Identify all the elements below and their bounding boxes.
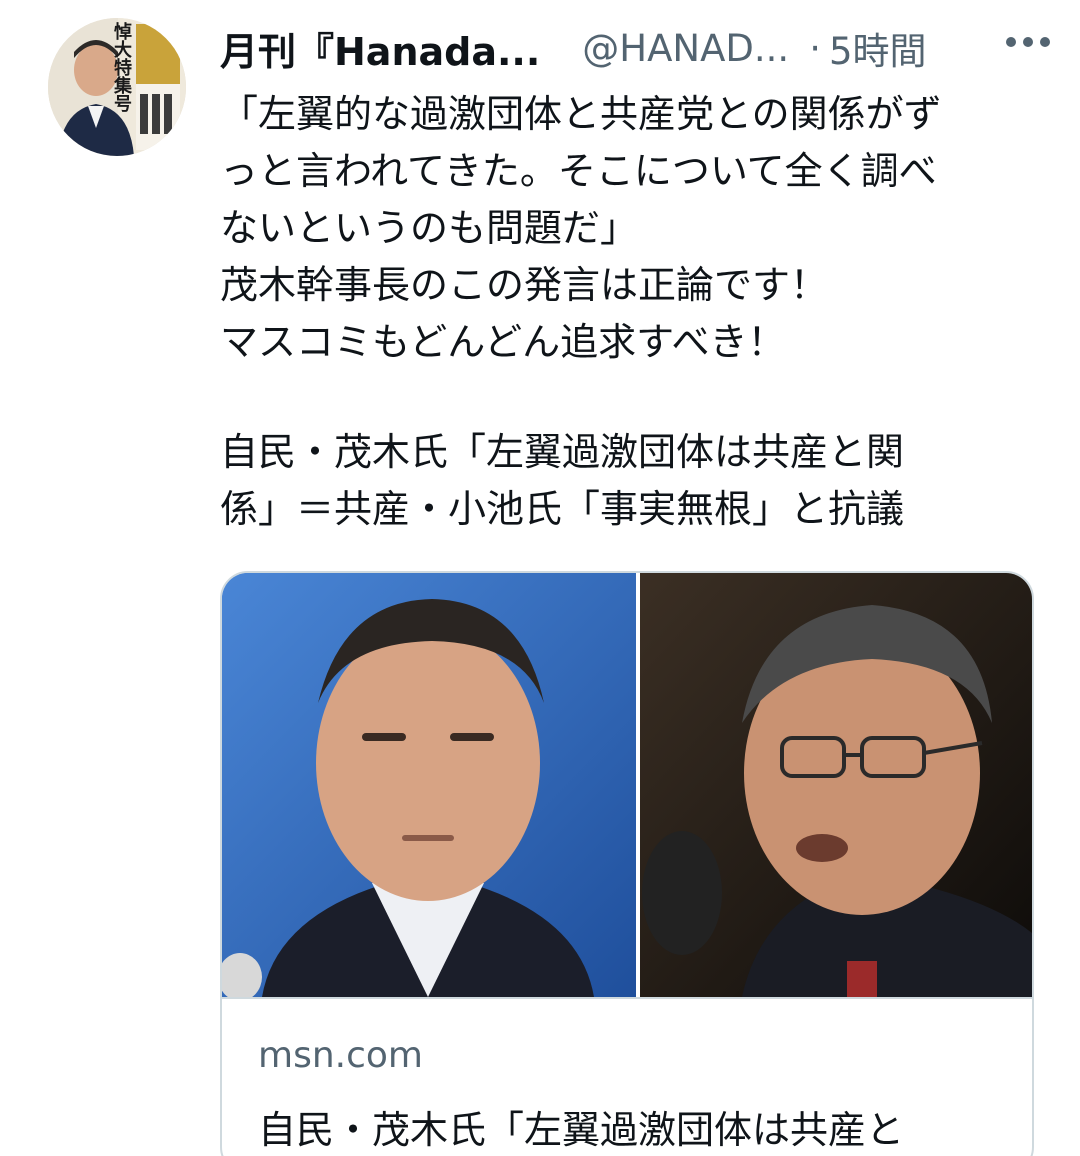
display-name[interactable]: 月刊『Hanada...	[220, 21, 540, 76]
avatar-text: 悼大特集号	[111, 22, 132, 112]
timestamp[interactable]: 5時間	[829, 21, 927, 75]
article-headline-text: 自民・茂木氏「左翼過激団体は共産と関 係」＝共産・小池氏「事実無根」と抗議	[220, 424, 1020, 538]
more-options-button[interactable]	[996, 22, 1060, 62]
more-horizontal-icon	[1006, 37, 1050, 47]
tweet-text-line: 茂木幹事長のこの発言は正論です！	[220, 263, 829, 307]
headline-line: 自民・茂木氏「左翼過激団体は共産と関	[220, 430, 905, 474]
link-card[interactable]: msn.com 自民・茂木氏「左翼過激団体は共産と	[220, 571, 1034, 1156]
header-separator: ·	[809, 26, 821, 70]
tweet-text-line: ないというのも問題だ」	[220, 206, 639, 250]
tweet-text-line: っと言われてきた。そこについて全く調べ	[220, 149, 937, 193]
tweet-text-line: マスコミもどんどん追求すべき！	[220, 320, 786, 364]
card-image[interactable]	[222, 573, 1032, 999]
tweet-text-line: 「左翼的な過激団体と共産党との関係がず	[220, 92, 942, 136]
tweet[interactable]: 悼大特集号 月刊『Hanada... @HANAD... · 5時間 「左翼的な…	[0, 0, 1080, 1156]
card-domain[interactable]: msn.com	[258, 1035, 423, 1076]
user-handle[interactable]: @HANAD...	[582, 27, 789, 70]
avatar[interactable]: 悼大特集号	[48, 18, 186, 156]
tweet-text: 「左翼的な過激団体と共産党との関係がず っと言われてきた。そこについて全く調べ …	[220, 86, 1040, 371]
tweet-header: 月刊『Hanada... @HANAD... · 5時間	[220, 20, 1060, 76]
card-title[interactable]: 自民・茂木氏「左翼過激団体は共産と	[258, 1099, 1018, 1154]
headline-line: 係」＝共産・小池氏「事実無根」と抗議	[220, 487, 905, 531]
